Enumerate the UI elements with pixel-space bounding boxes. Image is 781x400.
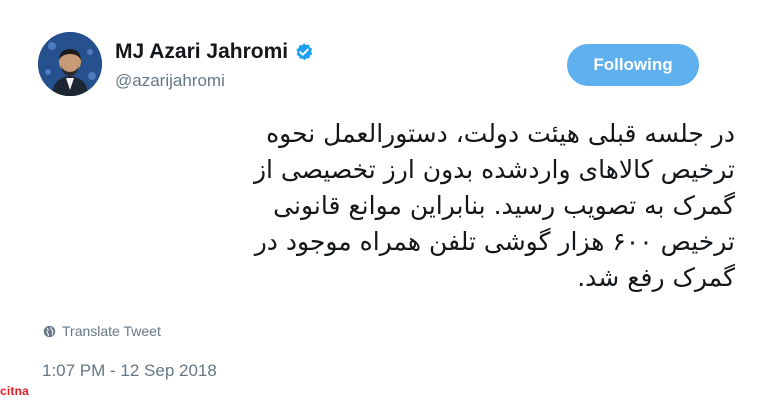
tweet-timestamp[interactable]: 1:07 PM - 12 Sep 2018 — [42, 361, 217, 381]
avatar-image — [38, 32, 102, 96]
tweet-text-line: در جلسه قبلی هیئت دولت، دستورالعمل نحوه — [266, 119, 735, 148]
tweet-card: MJ Azari Jahromi @azarijahromi Following… — [0, 0, 781, 400]
user-handle[interactable]: @azarijahromi — [115, 71, 225, 91]
translate-tweet-link[interactable]: Translate Tweet — [43, 323, 161, 339]
verified-badge-icon — [294, 42, 314, 62]
tweet-text: در جلسه قبلی هیئت دولت، دستورالعمل نحوه … — [55, 116, 735, 296]
watermark-text: citna — [0, 384, 30, 398]
user-name[interactable]: MJ Azari Jahromi — [115, 40, 314, 64]
tweet-text-line: ترخیص ۶۰۰ هزار گوشی تلفن همراه موجود در — [254, 227, 735, 256]
watermark-logo: citna — [0, 382, 42, 400]
tweet-text-line: گمرک به تصویب رسید. بنابراین موانع قانون… — [273, 191, 735, 220]
display-name[interactable]: MJ Azari Jahromi — [115, 40, 288, 64]
tweet-text-line: ترخیص کالاهای واردشده بدون ارز تخصیصی از — [253, 155, 735, 184]
following-button[interactable]: Following — [567, 44, 699, 86]
tweet-text-line: گمرک رفع شد. — [577, 263, 735, 292]
globe-icon — [43, 325, 56, 338]
avatar[interactable] — [38, 32, 102, 96]
translate-tweet-label[interactable]: Translate Tweet — [62, 323, 161, 339]
